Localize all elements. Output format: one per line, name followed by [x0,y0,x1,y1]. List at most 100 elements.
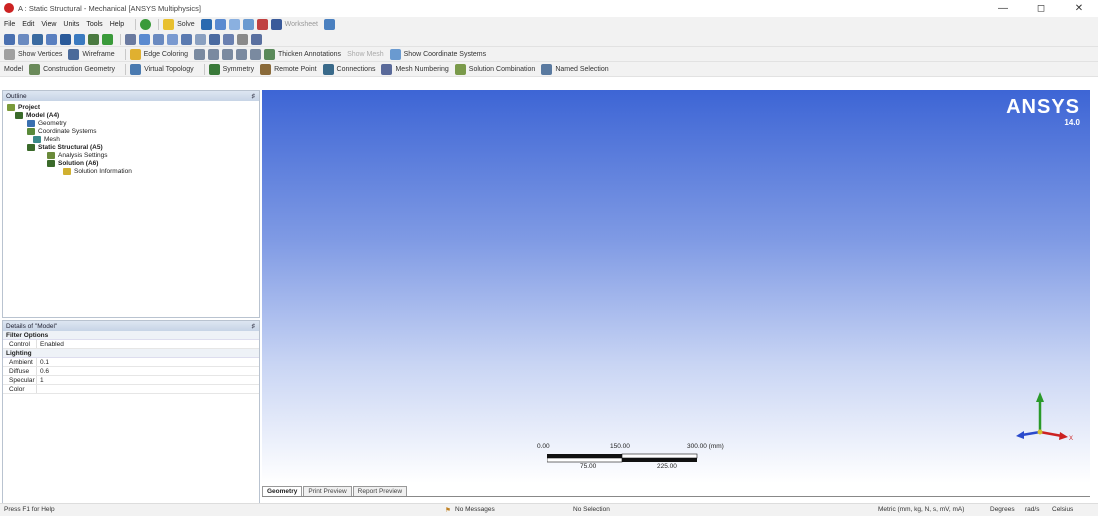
thicken-annotations-button[interactable]: Thicken Annotations [278,51,341,58]
show-vertices-button[interactable]: Show Vertices [18,51,62,58]
solve-icon[interactable] [163,19,175,30]
solve-button[interactable]: Solve [177,21,195,28]
tree-item-model[interactable]: Model (A4) [15,112,59,119]
close-button[interactable]: ✕ [1060,0,1098,16]
green-select-icon[interactable] [102,33,113,45]
units-status[interactable]: Metric (mm, kg, N, s, mV, mA) [878,506,964,513]
property-key: Ambient [3,358,37,366]
tree-item-project[interactable]: Project [7,104,40,111]
worksheet-button[interactable]: Worksheet [285,21,318,28]
menu-view[interactable]: View [41,21,56,28]
group-label: Lighting [6,349,32,357]
property-row[interactable]: Diffuse 0.6 [3,367,259,376]
tree-item-solution-information[interactable]: Solution Information [63,168,132,175]
edge-style-icon[interactable] [194,48,206,60]
tab-geometry[interactable]: Geometry [262,486,303,496]
select-mode-icon[interactable] [18,33,29,45]
tree-item-label: Static Structural (A5) [38,144,103,151]
pan-icon[interactable] [139,33,150,45]
tree-item-mesh[interactable]: Mesh [33,136,60,143]
connections-button[interactable]: Connections [337,66,376,73]
group-lighting[interactable]: Lighting [3,349,259,358]
zoom-fit-icon[interactable] [181,33,192,45]
vertex-select-icon[interactable] [32,33,43,45]
remote-point-button[interactable]: Remote Point [274,66,316,73]
edge-select-icon[interactable] [46,33,57,45]
worksheet-icon[interactable] [270,19,282,30]
property-value[interactable]: 1 [37,377,44,384]
show-mesh-button[interactable]: Show Mesh [347,51,384,58]
menu-edit[interactable]: Edit [22,21,34,28]
tree-item-static-structural[interactable]: Static Structural (A5) [27,144,103,151]
property-value[interactable]: Enabled [37,341,64,348]
scale-bar [547,453,698,463]
refresh-icon[interactable] [140,19,152,30]
rotate-icon[interactable] [125,33,136,45]
tree-item-label: Solution Information [74,168,132,175]
solution-combination-button[interactable]: Solution Combination [469,66,536,73]
pin-icon[interactable]: ♯ [252,93,255,100]
face-select-icon[interactable] [60,33,71,45]
message-flag-icon: ⚑ [445,507,451,514]
table-icon[interactable] [228,19,240,30]
details-title: Details of "Model" [6,322,58,330]
wireframe-button[interactable]: Wireframe [82,51,114,58]
magnifier-icon[interactable] [195,33,206,45]
mesh-numbering-button[interactable]: Mesh Numbering [395,66,448,73]
group-filter-options[interactable]: Filter Options [3,331,259,340]
tree-item-geometry[interactable]: Geometry [27,120,67,127]
property-value[interactable]: 0.1 [37,359,49,366]
degrees-status[interactable]: Degrees [990,506,1015,513]
probe-icon[interactable] [242,19,254,30]
edge-style-icon[interactable] [236,48,248,60]
cursor-icon[interactable] [323,19,335,30]
tree-item-analysis-settings[interactable]: Analysis Settings [47,152,108,159]
menu-tools[interactable]: Tools [86,21,102,28]
edge-style-icon[interactable] [250,48,262,60]
tree-item-solution[interactable]: Solution (A6) [47,160,98,167]
graphics-viewport[interactable]: ANSYS 14.0 0.00 150.00 300.00 (mm) 75.00… [262,90,1090,483]
zoom-icon[interactable] [153,33,164,45]
minimize-button[interactable]: — [984,0,1022,16]
virtual-topology-icon [130,63,142,75]
property-row[interactable]: Specular 1 [3,376,259,385]
rads-status[interactable]: rad/s [1025,506,1039,513]
celsius-status[interactable]: Celsius [1052,506,1073,513]
edge-coloring-button[interactable]: Edge Coloring [144,51,188,58]
next-view-icon[interactable] [223,33,234,45]
body-select-icon[interactable] [74,33,85,45]
edge-style-icon[interactable] [208,48,220,60]
show-coordinate-systems-button[interactable]: Show Coordinate Systems [404,51,486,58]
property-key: Control [3,340,37,348]
box-zoom-icon[interactable] [167,33,178,45]
show-errors-icon[interactable] [214,19,226,30]
edge-style-icon[interactable] [222,48,234,60]
menu-help[interactable]: Help [110,21,124,28]
iso-view-icon[interactable] [237,33,248,45]
virtual-topology-button[interactable]: Virtual Topology [144,66,194,73]
viewport-layout-icon[interactable] [251,33,262,45]
tab-print-preview[interactable]: Print Preview [303,486,352,496]
property-row[interactable]: Control Enabled [3,340,259,349]
select-icon[interactable] [4,33,15,45]
construction-geometry-button[interactable]: Construction Geometry [43,66,115,73]
menu-file[interactable]: File [4,21,15,28]
x-axis-icon [1039,430,1063,438]
messages-status[interactable]: No Messages [455,506,495,513]
property-row[interactable]: Color [3,385,259,394]
new-analysis-icon[interactable] [200,19,212,30]
separator [158,19,160,30]
maximize-button[interactable]: ◻ [1022,0,1060,16]
coordinate-triad: X [1016,392,1073,442]
property-row[interactable]: Ambient 0.1 [3,358,259,367]
extend-icon[interactable] [88,33,99,45]
label-icon[interactable] [256,19,268,30]
menu-units[interactable]: Units [63,21,79,28]
symmetry-button[interactable]: Symmetry [223,66,255,73]
named-selection-button[interactable]: Named Selection [555,66,608,73]
previous-view-icon[interactable] [209,33,220,45]
pin-icon[interactable]: ♯ [252,323,255,330]
tab-report-preview[interactable]: Report Preview [352,486,408,496]
tree-item-coordinate-systems[interactable]: Coordinate Systems [27,128,97,135]
property-value[interactable]: 0.6 [37,368,49,375]
